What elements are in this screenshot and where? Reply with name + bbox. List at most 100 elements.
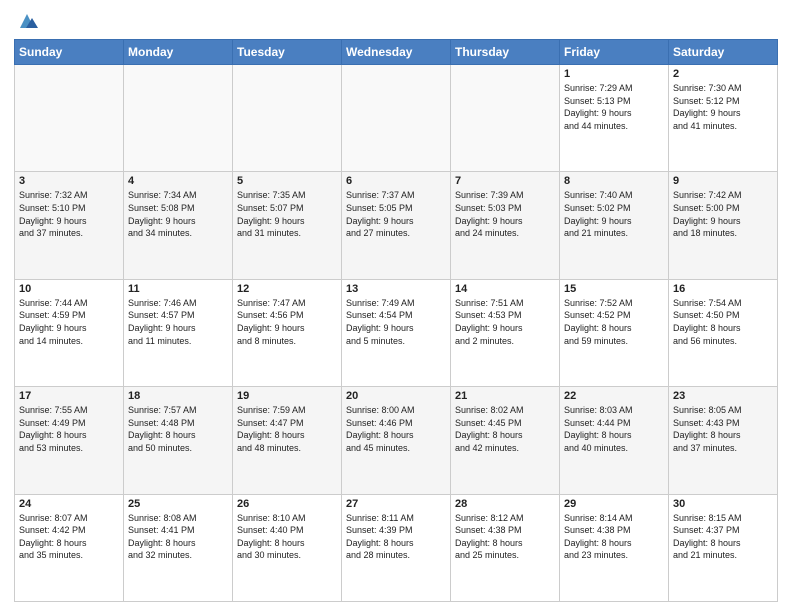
calendar-cell: 24Sunrise: 8:07 AM Sunset: 4:42 PM Dayli…	[15, 494, 124, 601]
calendar-cell: 6Sunrise: 7:37 AM Sunset: 5:05 PM Daylig…	[342, 172, 451, 279]
day-number: 6	[346, 175, 446, 187]
day-info: Sunrise: 7:32 AM Sunset: 5:10 PM Dayligh…	[19, 189, 119, 239]
day-info: Sunrise: 7:35 AM Sunset: 5:07 PM Dayligh…	[237, 189, 337, 239]
calendar-cell: 3 Sunrise: 7:32 AM Sunset: 5:10 PM Daylig…	[15, 172, 124, 279]
day-info: Sunrise: 7:49 AM Sunset: 4:54 PM Dayligh…	[346, 297, 446, 347]
day-info: Sunrise: 7:29 AM Sunset: 5:13 PM Dayligh…	[564, 82, 664, 132]
calendar-cell: 14 Sunrise: 7:51 AM Sunset: 4:53 PM Dayli…	[451, 279, 560, 386]
day-info: Sunrise: 7:59 AM Sunset: 4:47 PM Dayligh…	[237, 404, 337, 454]
day-number: 23	[673, 390, 773, 402]
day-info: Sunrise: 8:12 AM Sunset: 4:38 PM Dayligh…	[455, 512, 555, 562]
calendar-header-thursday: Thursday	[451, 40, 560, 65]
calendar-cell: 10 Sunrise: 7:44 AM Sunset: 4:59 PM Dayli…	[15, 279, 124, 386]
day-info: Sunrise: 8:07 AM Sunset: 4:42 PM Dayligh…	[19, 512, 119, 562]
calendar-cell	[233, 65, 342, 172]
day-info: Sunrise: 8:02 AM Sunset: 4:45 PM Dayligh…	[455, 404, 555, 454]
calendar-header-saturday: Saturday	[669, 40, 778, 65]
calendar-cell	[451, 65, 560, 172]
calendar-header-monday: Monday	[124, 40, 233, 65]
calendar-week-1: 1Sunrise: 7:29 AM Sunset: 5:13 PM Daylig…	[15, 65, 778, 172]
day-info: Sunrise: 7:51 AM Sunset: 4:53 PM Dayligh…	[455, 297, 555, 347]
day-info: Sunrise: 8:00 AM Sunset: 4:46 PM Dayligh…	[346, 404, 446, 454]
day-info: Sunrise: 8:10 AM Sunset: 4:40 PM Dayligh…	[237, 512, 337, 562]
calendar: SundayMondayTuesdayWednesdayThursdayFrid…	[14, 39, 778, 602]
day-number: 17	[19, 390, 119, 402]
day-number: 29	[564, 498, 664, 510]
day-number: 10	[19, 283, 119, 295]
day-number: 2	[673, 68, 773, 80]
day-info: Sunrise: 7:44 AM Sunset: 4:59 PM Dayligh…	[19, 297, 119, 347]
calendar-cell: 22 Sunrise: 8:03 AM Sunset: 4:44 PM Dayli…	[560, 387, 669, 494]
day-number: 19	[237, 390, 337, 402]
day-number: 13	[346, 283, 446, 295]
day-number: 28	[455, 498, 555, 510]
day-number: 5	[237, 175, 337, 187]
calendar-week-5: 24Sunrise: 8:07 AM Sunset: 4:42 PM Dayli…	[15, 494, 778, 601]
calendar-cell	[124, 65, 233, 172]
calendar-cell: 20 Sunrise: 8:00 AM Sunset: 4:46 PM Dayli…	[342, 387, 451, 494]
calendar-cell: 16 Sunrise: 7:54 AM Sunset: 4:50 PM Dayli…	[669, 279, 778, 386]
logo	[14, 10, 38, 33]
day-number: 27	[346, 498, 446, 510]
calendar-header-tuesday: Tuesday	[233, 40, 342, 65]
calendar-cell: 15 Sunrise: 7:52 AM Sunset: 4:52 PM Dayli…	[560, 279, 669, 386]
day-info: Sunrise: 7:55 AM Sunset: 4:49 PM Dayligh…	[19, 404, 119, 454]
day-info: Sunrise: 8:14 AM Sunset: 4:38 PM Dayligh…	[564, 512, 664, 562]
day-info: Sunrise: 7:39 AM Sunset: 5:03 PM Dayligh…	[455, 189, 555, 239]
calendar-cell	[15, 65, 124, 172]
calendar-cell	[342, 65, 451, 172]
day-info: Sunrise: 8:11 AM Sunset: 4:39 PM Dayligh…	[346, 512, 446, 562]
day-info: Sunrise: 8:03 AM Sunset: 4:44 PM Dayligh…	[564, 404, 664, 454]
day-number: 22	[564, 390, 664, 402]
day-info: Sunrise: 8:08 AM Sunset: 4:41 PM Dayligh…	[128, 512, 228, 562]
calendar-cell: 25 Sunrise: 8:08 AM Sunset: 4:41 PM Dayli…	[124, 494, 233, 601]
calendar-cell: 26 Sunrise: 8:10 AM Sunset: 4:40 PM Dayli…	[233, 494, 342, 601]
day-info: Sunrise: 7:46 AM Sunset: 4:57 PM Dayligh…	[128, 297, 228, 347]
header	[14, 10, 778, 33]
day-info: Sunrise: 7:57 AM Sunset: 4:48 PM Dayligh…	[128, 404, 228, 454]
day-info: Sunrise: 8:05 AM Sunset: 4:43 PM Dayligh…	[673, 404, 773, 454]
day-info: Sunrise: 7:52 AM Sunset: 4:52 PM Dayligh…	[564, 297, 664, 347]
day-number: 4	[128, 175, 228, 187]
calendar-cell: 27 Sunrise: 8:11 AM Sunset: 4:39 PM Dayli…	[342, 494, 451, 601]
calendar-cell: 2Sunrise: 7:30 AM Sunset: 5:12 PM Daylig…	[669, 65, 778, 172]
calendar-cell: 23 Sunrise: 8:05 AM Sunset: 4:43 PM Dayli…	[669, 387, 778, 494]
calendar-cell: 11 Sunrise: 7:46 AM Sunset: 4:57 PM Dayli…	[124, 279, 233, 386]
day-number: 8	[564, 175, 664, 187]
day-number: 20	[346, 390, 446, 402]
day-number: 16	[673, 283, 773, 295]
calendar-header-friday: Friday	[560, 40, 669, 65]
calendar-cell: 19 Sunrise: 7:59 AM Sunset: 4:47 PM Dayli…	[233, 387, 342, 494]
calendar-cell: 12Sunrise: 7:47 AM Sunset: 4:56 PM Dayli…	[233, 279, 342, 386]
calendar-cell: 28 Sunrise: 8:12 AM Sunset: 4:38 PM Dayli…	[451, 494, 560, 601]
page: SundayMondayTuesdayWednesdayThursdayFrid…	[0, 0, 792, 612]
day-number: 11	[128, 283, 228, 295]
calendar-week-2: 3 Sunrise: 7:32 AM Sunset: 5:10 PM Daylig…	[15, 172, 778, 279]
calendar-header-row: SundayMondayTuesdayWednesdayThursdayFrid…	[15, 40, 778, 65]
calendar-header-sunday: Sunday	[15, 40, 124, 65]
calendar-cell: 9Sunrise: 7:42 AM Sunset: 5:00 PM Daylig…	[669, 172, 778, 279]
calendar-week-4: 17 Sunrise: 7:55 AM Sunset: 4:49 PM Dayli…	[15, 387, 778, 494]
calendar-cell: 30 Sunrise: 8:15 AM Sunset: 4:37 PM Dayli…	[669, 494, 778, 601]
day-info: Sunrise: 7:47 AM Sunset: 4:56 PM Dayligh…	[237, 297, 337, 347]
day-number: 15	[564, 283, 664, 295]
calendar-cell: 4Sunrise: 7:34 AM Sunset: 5:08 PM Daylig…	[124, 172, 233, 279]
calendar-week-3: 10 Sunrise: 7:44 AM Sunset: 4:59 PM Dayli…	[15, 279, 778, 386]
logo-icon	[16, 10, 38, 32]
calendar-cell: 17 Sunrise: 7:55 AM Sunset: 4:49 PM Dayli…	[15, 387, 124, 494]
calendar-header-wednesday: Wednesday	[342, 40, 451, 65]
day-info: Sunrise: 7:54 AM Sunset: 4:50 PM Dayligh…	[673, 297, 773, 347]
day-number: 25	[128, 498, 228, 510]
day-number: 18	[128, 390, 228, 402]
day-info: Sunrise: 7:40 AM Sunset: 5:02 PM Dayligh…	[564, 189, 664, 239]
calendar-cell: 1Sunrise: 7:29 AM Sunset: 5:13 PM Daylig…	[560, 65, 669, 172]
day-number: 14	[455, 283, 555, 295]
day-info: Sunrise: 7:42 AM Sunset: 5:00 PM Dayligh…	[673, 189, 773, 239]
day-number: 3	[19, 175, 119, 187]
day-number: 21	[455, 390, 555, 402]
calendar-cell: 21 Sunrise: 8:02 AM Sunset: 4:45 PM Dayli…	[451, 387, 560, 494]
day-number: 26	[237, 498, 337, 510]
day-number: 30	[673, 498, 773, 510]
calendar-cell: 29 Sunrise: 8:14 AM Sunset: 4:38 PM Dayli…	[560, 494, 669, 601]
day-info: Sunrise: 8:15 AM Sunset: 4:37 PM Dayligh…	[673, 512, 773, 562]
